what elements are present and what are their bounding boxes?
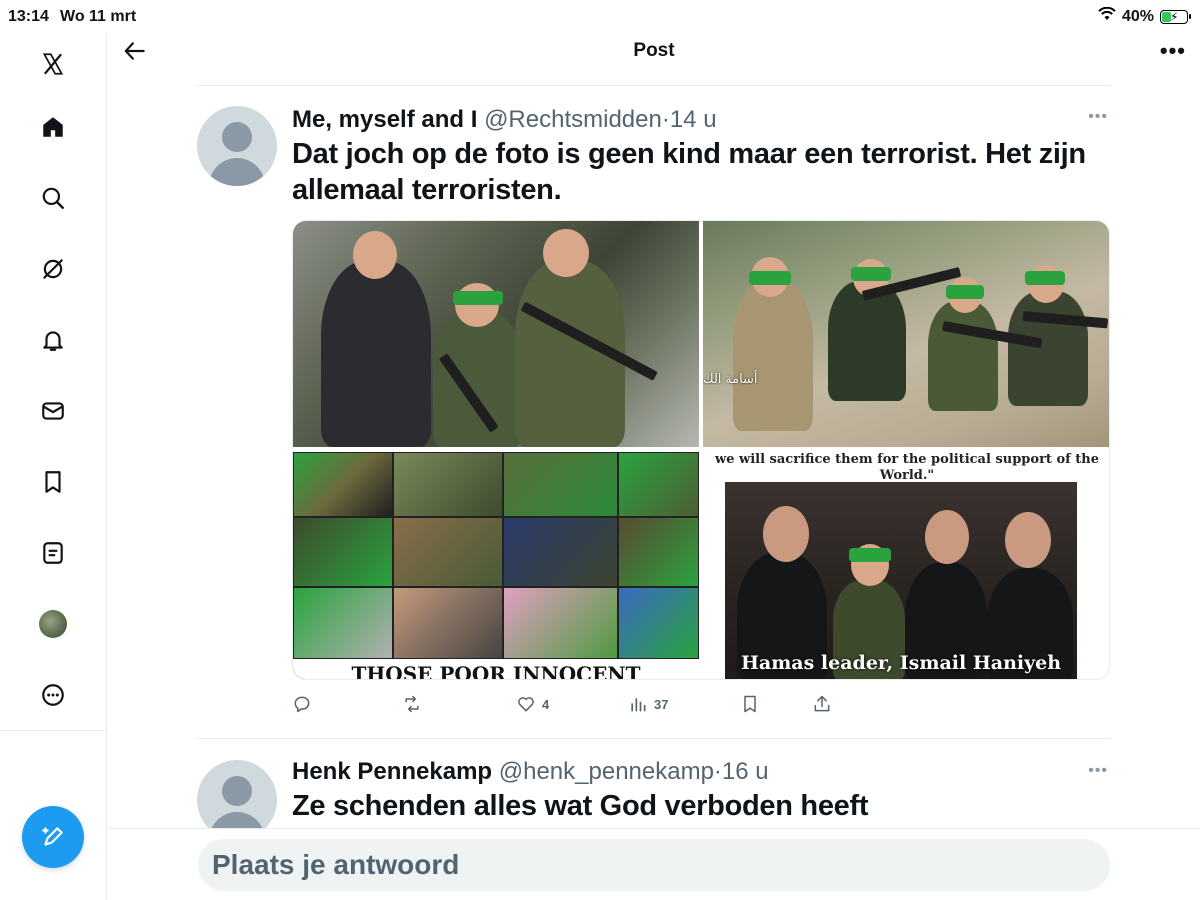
headband xyxy=(849,548,891,562)
more-icon[interactable] xyxy=(33,675,73,715)
reply-more-icon[interactable]: ••• xyxy=(1088,762,1108,780)
avatar xyxy=(39,610,67,638)
sidebar-divider xyxy=(0,730,106,731)
heart-icon xyxy=(518,697,534,712)
headband xyxy=(946,285,984,299)
collage-cell xyxy=(393,587,503,659)
post-actions: 4 37 xyxy=(292,694,852,718)
headband xyxy=(749,271,791,285)
post-header: Post ••• xyxy=(108,34,1200,86)
collage-cell xyxy=(618,452,699,517)
header-divider xyxy=(197,85,1110,86)
bookmark-icon xyxy=(744,695,756,713)
author-avatar[interactable] xyxy=(197,106,277,186)
battery-icon: ⚡ xyxy=(1160,9,1191,24)
person-face xyxy=(1005,512,1051,568)
avatar-body xyxy=(209,158,265,186)
x-logo-icon[interactable] xyxy=(33,44,73,84)
collage-cell xyxy=(393,517,503,587)
post-text: Dat joch op de foto is geen kind maar ee… xyxy=(292,138,1086,206)
collage-cell xyxy=(618,517,699,587)
compose-button[interactable] xyxy=(22,806,84,868)
headband xyxy=(1025,271,1065,285)
view-count: 37 xyxy=(654,696,669,712)
collage-cell xyxy=(503,587,618,659)
bookmark-button[interactable] xyxy=(740,694,760,714)
views-chart-icon xyxy=(631,698,646,712)
reply-author-name[interactable]: Henk Pennekamp xyxy=(292,758,492,785)
grok-icon[interactable] xyxy=(33,249,73,289)
collage-cell xyxy=(503,517,618,587)
collage-cell xyxy=(293,517,393,587)
compose-feather-icon xyxy=(42,827,63,846)
repost-button[interactable] xyxy=(402,694,428,714)
media-image-3[interactable]: THOSE POOR INNOCENT xyxy=(293,452,699,679)
status-bar: 13:14 Wo 11 mrt 40% ⚡ xyxy=(0,0,1200,34)
status-date: Wo 11 mrt xyxy=(60,8,137,25)
collage-cell xyxy=(293,587,393,659)
page-title: Post xyxy=(633,40,675,61)
reply-author-handle-time[interactable]: @henk_pennekamp·16 u xyxy=(499,758,769,785)
image-caption: THOSE POOR INNOCENT xyxy=(293,659,699,679)
reply-icon xyxy=(294,696,310,713)
battery-percent: 40% xyxy=(1121,7,1154,25)
wifi-icon xyxy=(1098,6,1116,26)
child-figure xyxy=(321,261,431,447)
like-button[interactable]: 4 xyxy=(516,694,549,714)
bookmarks-icon[interactable] xyxy=(33,462,73,502)
more-horizontal-icon[interactable]: ••• xyxy=(1160,38,1186,64)
media-image-1[interactable] xyxy=(293,221,699,447)
child-figure xyxy=(928,301,998,411)
messages-icon[interactable] xyxy=(33,391,73,431)
post-divider xyxy=(197,738,1110,739)
collage-cell xyxy=(503,452,618,517)
sidebar xyxy=(0,34,107,900)
share-icon xyxy=(814,695,830,712)
collage-cell xyxy=(618,587,699,659)
author-handle-time[interactable]: @Rechtsmidden·14 u xyxy=(484,106,716,133)
reply-author-line: Henk Pennekamp @henk_pennekamp·16 u xyxy=(292,758,769,786)
profile-avatar[interactable] xyxy=(33,604,73,644)
child-figure xyxy=(1008,291,1088,406)
reply-post-text: Ze schenden alles wat God verboden heeft xyxy=(292,790,869,822)
headband xyxy=(453,291,503,305)
lists-icon[interactable] xyxy=(33,533,73,573)
reply-composer-bar xyxy=(108,828,1200,900)
reply-input[interactable] xyxy=(198,839,1110,891)
charging-bolt-icon: ⚡ xyxy=(1170,9,1179,24)
status-time: 13:14 xyxy=(8,8,49,25)
person-face xyxy=(925,510,969,564)
child-figure xyxy=(433,311,523,447)
post-more-icon[interactable]: ••• xyxy=(1088,108,1108,126)
media-image-4[interactable]: we will sacrifice them for the political… xyxy=(703,452,1109,679)
status-right: 40% ⚡ xyxy=(1098,6,1191,26)
collage-cell xyxy=(293,452,393,517)
views-button[interactable]: 37 xyxy=(628,694,668,714)
share-button[interactable] xyxy=(812,694,832,714)
home-icon[interactable] xyxy=(33,107,73,147)
image-caption-bottom: Hamas leader, Ismail Haniyeh xyxy=(740,652,1062,674)
person-face xyxy=(763,506,809,562)
like-count: 4 xyxy=(542,696,550,712)
reply-button[interactable] xyxy=(292,694,318,714)
image-caption-top: we will sacrifice them for the political… xyxy=(715,452,1099,483)
media-image-2[interactable]: أسامة الك xyxy=(703,221,1109,447)
collage-cell xyxy=(393,452,503,517)
repost-icon xyxy=(405,695,419,713)
child-face xyxy=(455,283,499,327)
search-icon[interactable] xyxy=(33,178,73,218)
post-author-line: Me, myself and I @Rechtsmidden·14 u xyxy=(292,106,717,134)
author-name[interactable]: Me, myself and I xyxy=(292,106,477,133)
notifications-bell-icon[interactable] xyxy=(33,320,73,360)
post-media-grid[interactable]: أسامة الك THOSE POOR INNOCENT we will sa… xyxy=(292,220,1110,680)
avatar-head xyxy=(222,122,252,152)
child-figure xyxy=(733,281,813,431)
child-face xyxy=(353,231,397,279)
avatar-head xyxy=(222,776,252,806)
child-face xyxy=(543,229,589,277)
image-overlay-text: أسامة الك xyxy=(703,371,758,386)
headband xyxy=(851,267,891,281)
